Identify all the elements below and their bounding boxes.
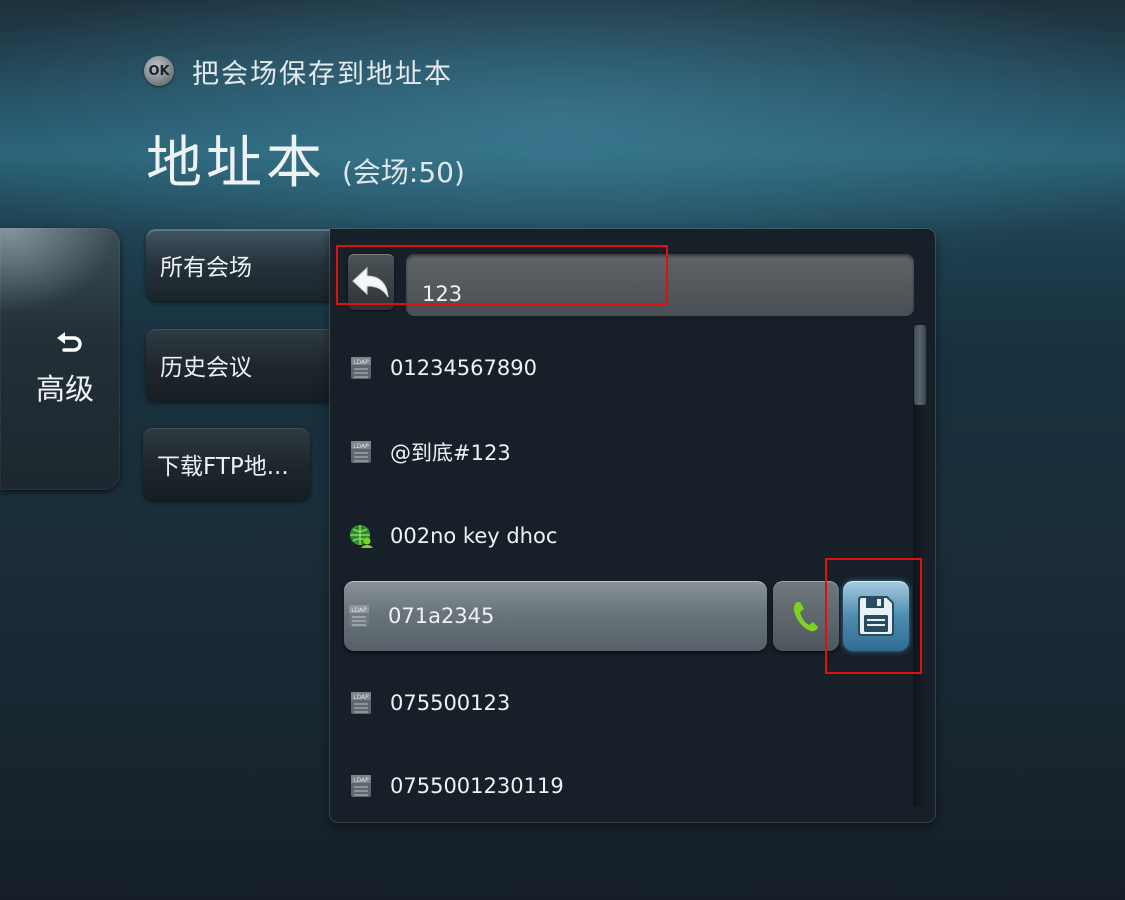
return-arrow-icon [57, 332, 82, 352]
ldap-icon: LDAP [351, 775, 371, 797]
entry-name: 0755001230119 [390, 774, 564, 798]
advanced-label[interactable]: 高级 [36, 366, 94, 408]
tab-all-sites[interactable]: 所有会场 [146, 229, 330, 301]
scrollbar-thumb[interactable] [914, 325, 926, 405]
ldap-icon: LDAP [351, 692, 371, 714]
ldap-icon: LDAP [351, 357, 371, 379]
highlight-box-save [825, 558, 922, 674]
entry-name: 075500123 [390, 691, 511, 715]
list-item[interactable]: LDAP 075500123 [346, 678, 766, 728]
globe-users-icon [350, 525, 373, 548]
tab-history[interactable]: 历史会议 [146, 329, 330, 401]
ok-button-icon: OK [144, 56, 174, 86]
svg-text:LDAP: LDAP [353, 443, 369, 450]
advanced-panel[interactable] [0, 228, 120, 490]
list-item-selected[interactable]: LDAP 071a2345 [344, 581, 767, 651]
hint-text: 把会场保存到地址本 [192, 58, 453, 90]
svg-text:LDAP: LDAP [353, 777, 369, 784]
svg-text:LDAP: LDAP [353, 694, 369, 701]
entry-name: @到底#123 [390, 441, 511, 465]
highlight-box-search [336, 245, 668, 305]
entry-name: 01234567890 [390, 356, 537, 380]
tab-download-ftp[interactable]: 下载FTP地... [143, 428, 310, 500]
list-item[interactable]: LDAP @到底#123 [346, 427, 766, 477]
ldap-icon: LDAP [349, 605, 369, 627]
entry-name: 002no key dhoc [390, 524, 558, 548]
ldap-icon: LDAP [351, 441, 371, 463]
svg-text:LDAP: LDAP [353, 359, 369, 366]
ok-hint: OK 把会场保存到地址本 [144, 54, 453, 90]
title-main: 地址本 [146, 131, 326, 196]
list-item[interactable]: 002no key dhoc [346, 511, 766, 561]
site-count: (会场:50) [342, 156, 465, 189]
svg-text:LDAP: LDAP [351, 607, 367, 614]
phone-icon [793, 602, 818, 632]
list-item[interactable]: LDAP 0755001230119 [346, 761, 766, 811]
entry-name: 071a2345 [388, 604, 495, 628]
page-title: 地址本 (会场:50) [146, 118, 465, 199]
list-item[interactable]: LDAP 01234567890 [346, 343, 766, 393]
